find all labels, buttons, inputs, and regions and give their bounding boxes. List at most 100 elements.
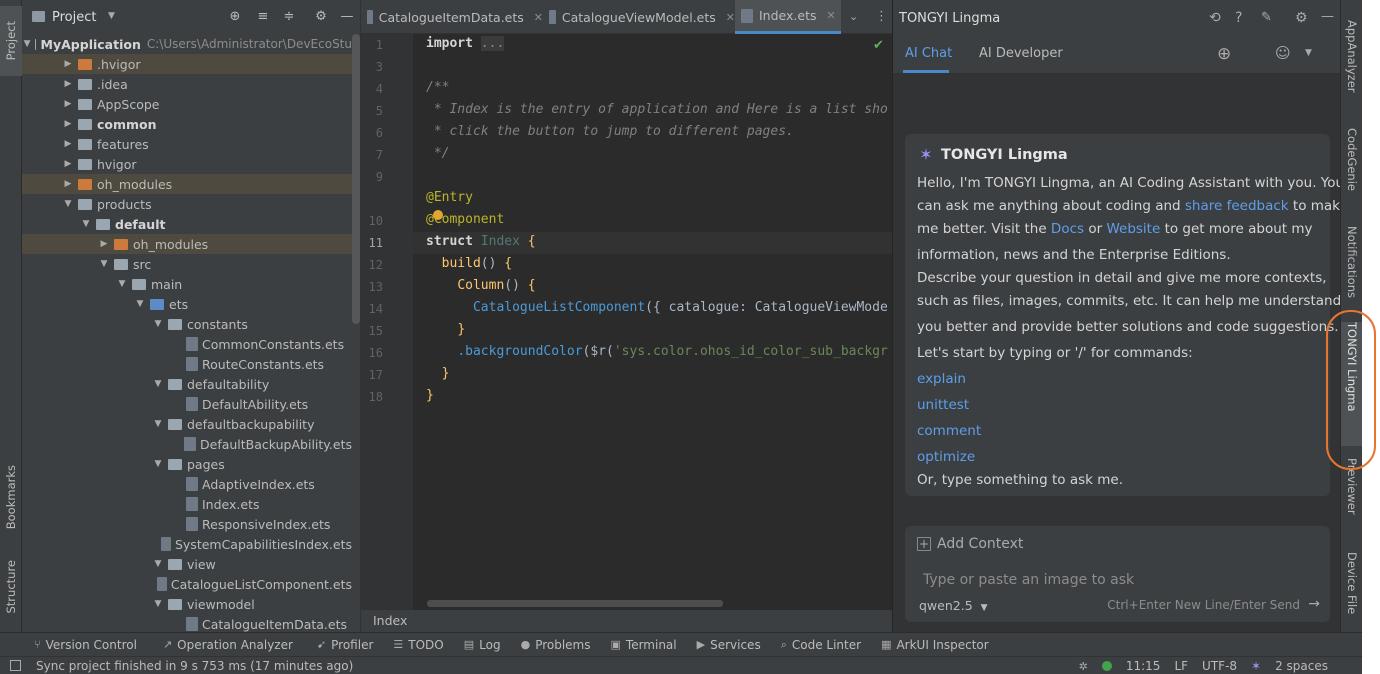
model-select[interactable]: qwen2.5 ▼ xyxy=(919,598,988,613)
editor-horizontal-scrollbar[interactable] xyxy=(427,600,723,607)
edit-icon[interactable]: ✎ xyxy=(1261,10,1272,25)
chevron-down-icon[interactable]: ▼ xyxy=(152,599,164,609)
chevron-down-icon[interactable]: ▼ xyxy=(116,279,128,289)
indent-setting[interactable]: 2 spaces xyxy=(1275,659,1328,673)
tree-item[interactable]: ▶ .hvigor xyxy=(22,54,352,74)
user-icon[interactable]: ☺ xyxy=(1275,44,1291,62)
history-icon[interactable]: ⟲ xyxy=(1209,10,1221,26)
tree-item[interactable]: ▶ features xyxy=(22,134,352,154)
chevron-right-icon[interactable]: ▶ xyxy=(62,59,74,69)
code-line[interactable]: * click the button to jump to different … xyxy=(426,124,794,139)
tree-item[interactable]: ▶ AppScope xyxy=(22,94,352,114)
tool-operation-analyzer[interactable]: ↗ Operation Analyzer xyxy=(163,638,293,652)
project-view-dropdown-icon[interactable]: ▼ xyxy=(108,11,115,21)
chevron-down-icon[interactable]: ▼ xyxy=(62,199,74,209)
tool-arkui-inspector[interactable]: ▦ ArkUI Inspector xyxy=(881,638,989,652)
code-line[interactable]: import ... xyxy=(426,36,505,51)
project-tool-tab[interactable]: Project xyxy=(0,6,22,76)
chevron-down-icon[interactable]: ▼ xyxy=(24,39,31,49)
chevron-down-icon[interactable]: ▼ xyxy=(152,379,164,389)
tree-item[interactable]: ▼ pages xyxy=(22,454,352,474)
chevron-right-icon[interactable]: ▶ xyxy=(62,99,74,109)
editor-tab-index[interactable]: Index.ets ✕ xyxy=(735,0,841,34)
gear-icon[interactable]: ⚙ xyxy=(1295,10,1308,26)
code-line[interactable]: } xyxy=(426,322,465,337)
tree-item[interactable]: ▶ .idea xyxy=(22,74,352,94)
cursor-position[interactable]: 11:15 xyxy=(1126,659,1161,673)
code-line[interactable]: build() { xyxy=(426,256,512,271)
add-context-button[interactable]: + Add Context xyxy=(917,536,1023,552)
locate-file-icon[interactable]: ⊕ xyxy=(228,10,242,24)
file-encoding[interactable]: UTF-8 xyxy=(1202,659,1237,673)
editor-tab-catalogue-item-data[interactable]: CatalogueItemData.ets ✕ xyxy=(361,0,543,34)
tree-item[interactable]: ▼ src xyxy=(22,254,352,274)
tree-item[interactable]: ▶ hvigor xyxy=(22,154,352,174)
bug-icon[interactable]: ✲ xyxy=(1079,660,1088,673)
code-line[interactable]: CatalogueListComponent({ catalogue: Cata… xyxy=(426,300,888,315)
tree-item[interactable]: ▶ oh_modules xyxy=(22,234,352,254)
command-comment-link[interactable]: comment xyxy=(917,423,981,439)
new-chat-plus-icon[interactable]: ⊕ xyxy=(1217,44,1231,64)
command-unittest-link[interactable]: unittest xyxy=(917,397,969,413)
minimize-icon[interactable]: — xyxy=(340,10,354,24)
code-line[interactable]: Column() { xyxy=(426,278,535,293)
tab-ai-developer[interactable]: AI Developer xyxy=(979,46,1063,61)
breadcrumb[interactable]: Index xyxy=(361,610,893,632)
tree-item[interactable]: Index.ets xyxy=(22,494,352,514)
tree-item[interactable]: AdaptiveIndex.ets xyxy=(22,474,352,494)
lingma-logo-icon[interactable]: ✶ xyxy=(1251,659,1261,673)
tree-item[interactable]: DefaultAbility.ets xyxy=(22,394,352,414)
tree-item[interactable]: CatalogueListComponent.ets xyxy=(22,574,352,594)
tree-item[interactable]: ▼ ets xyxy=(22,294,352,314)
chevron-down-icon[interactable]: ▼ xyxy=(152,459,164,469)
tool-version-control[interactable]: ⑂ Version Control xyxy=(34,638,137,652)
chevron-right-icon[interactable]: ▶ xyxy=(62,139,74,149)
tool-terminal[interactable]: ▣ Terminal xyxy=(611,638,677,652)
chevron-down-icon[interactable]: ▼ xyxy=(98,259,110,269)
toggle-tool-windows-icon[interactable] xyxy=(10,660,21,671)
tree-item[interactable]: ▼ constants xyxy=(22,314,352,334)
docs-link[interactable]: Docs xyxy=(1051,221,1084,237)
chevron-down-icon[interactable]: ▼ xyxy=(80,219,92,229)
tree-item[interactable]: ▼ products xyxy=(22,194,352,214)
chevron-down-icon[interactable]: ▼ xyxy=(134,299,146,309)
code-line[interactable]: } xyxy=(426,366,450,381)
tool-problems[interactable]: ● Problems xyxy=(521,638,591,652)
website-link[interactable]: Website xyxy=(1106,221,1160,237)
tree-item[interactable]: CatalogueItemData.ets xyxy=(22,614,352,632)
share-feedback-link[interactable]: share feedback xyxy=(1185,198,1289,214)
command-explain-link[interactable]: explain xyxy=(917,371,966,387)
right-tab-device-file[interactable]: Device File xyxy=(1341,552,1363,632)
chevron-right-icon[interactable]: ▶ xyxy=(62,119,74,129)
tree-item[interactable]: ▼ main xyxy=(22,274,352,294)
tree-item[interactable]: ▼ viewmodel xyxy=(22,594,352,614)
tree-item[interactable]: ▼ default xyxy=(22,214,352,234)
tree-item[interactable]: RouteConstants.ets xyxy=(22,354,352,374)
chevron-right-icon[interactable]: ▶ xyxy=(62,159,74,169)
chat-input-box[interactable]: + Add Context Type or paste an image to … xyxy=(905,526,1330,622)
gear-icon[interactable]: ⚙ xyxy=(314,10,328,24)
tree-item[interactable]: ▼ defaultbackupability xyxy=(22,414,352,434)
collapse-all-icon[interactable]: ≡ xyxy=(256,10,270,24)
tree-item[interactable]: ▼ defaultability xyxy=(22,374,352,394)
tool-services[interactable]: ▶ Services xyxy=(697,638,761,652)
tree-item[interactable]: ResponsiveIndex.ets xyxy=(22,514,352,534)
code-line[interactable]: .backgroundColor($r('sys.color.ohos_id_c… xyxy=(426,344,887,359)
close-icon[interactable]: ✕ xyxy=(827,9,836,22)
bookmarks-tool-tab[interactable]: Bookmarks xyxy=(0,455,22,540)
code-line[interactable]: struct Index { xyxy=(426,234,536,249)
tool-log[interactable]: ▤ Log xyxy=(464,638,501,652)
lightbulb-icon[interactable] xyxy=(433,210,443,220)
chevron-right-icon[interactable]: ▶ xyxy=(62,79,74,89)
code-line[interactable]: * Index is the entry of application and … xyxy=(426,102,888,117)
close-icon[interactable]: ✕ xyxy=(534,11,543,24)
tree-item[interactable]: ▶ common xyxy=(22,114,352,134)
tool-code-linter[interactable]: ⌕ Code Linter xyxy=(781,638,861,652)
tree-item[interactable]: CommonConstants.ets xyxy=(22,334,352,354)
status-message[interactable]: Sync project finished in 9 s 753 ms (17 … xyxy=(36,659,353,673)
tree-item[interactable]: DefaultBackupAbility.ets xyxy=(22,434,352,454)
tool-profiler[interactable]: ➹ Profiler xyxy=(317,638,373,652)
chevron-down-icon[interactable]: ▼ xyxy=(152,559,164,569)
chevron-right-icon[interactable]: ▶ xyxy=(98,239,110,249)
more-options-icon[interactable]: ⋮ xyxy=(875,9,888,24)
